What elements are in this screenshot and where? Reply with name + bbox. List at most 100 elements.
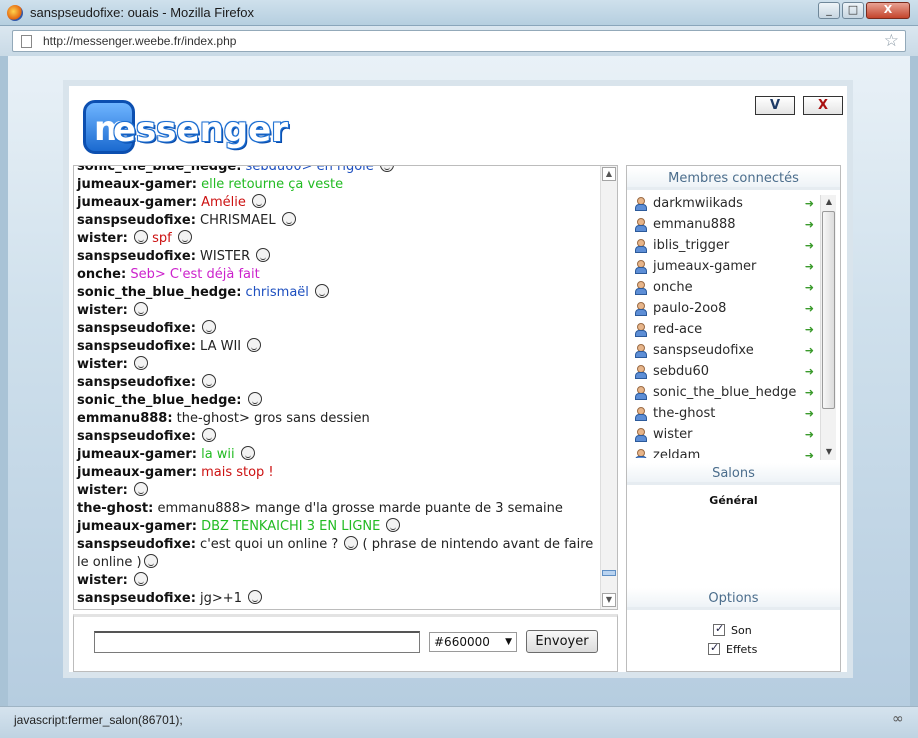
chat-nick[interactable]: sanspseudofixe:	[77, 375, 196, 390]
firefox-icon	[7, 5, 23, 21]
minimize-button[interactable]: _	[818, 2, 840, 19]
chat-nick[interactable]: wister:	[77, 357, 128, 372]
son-checkbox[interactable]	[713, 622, 725, 636]
member-name[interactable]: sanspseudofixe	[653, 343, 754, 358]
arrow-right-icon[interactable]: ➜	[805, 214, 814, 235]
effets-checkbox[interactable]	[708, 641, 720, 655]
member-name[interactable]: darkmwiikads	[653, 196, 743, 211]
member-name[interactable]: red-ace	[653, 322, 702, 337]
chat-scroll-thumb[interactable]	[602, 570, 616, 576]
member-item[interactable]: emmanu888 ➜	[629, 214, 838, 235]
chat-nick[interactable]: sonic_the_blue_hedge:	[77, 166, 241, 174]
chat-nick[interactable]: sanspseudofixe:	[77, 537, 196, 552]
arrow-right-icon[interactable]: ➜	[805, 298, 814, 319]
send-button[interactable]: Envoyer	[526, 630, 598, 653]
chat-nick[interactable]: sanspseudofixe:	[77, 213, 196, 228]
smiley-icon	[256, 248, 271, 262]
member-name[interactable]: wister	[653, 427, 692, 442]
chat-nick[interactable]: the-ghost:	[77, 501, 153, 516]
member-name[interactable]: paulo-2oo8	[653, 301, 726, 316]
chat-nick[interactable]: jumeaux-gamer:	[77, 519, 197, 534]
member-name[interactable]: iblis_trigger	[653, 238, 729, 253]
chat-message: sanspseudofixe:	[77, 320, 599, 338]
member-name[interactable]: sebdu60	[653, 364, 709, 379]
close-salon-button[interactable]: X	[803, 96, 843, 115]
minimize-salon-button[interactable]: V	[755, 96, 795, 115]
chat-nick[interactable]: sanspseudofixe:	[77, 321, 196, 336]
option-son[interactable]: Son	[713, 622, 752, 637]
chat-nick[interactable]: wister:	[77, 231, 128, 246]
arrow-right-icon[interactable]: ➜	[805, 424, 814, 445]
members-scroll-thumb[interactable]	[822, 211, 835, 409]
member-item[interactable]: onche ➜	[629, 277, 838, 298]
status-bar: javascript:fermer_salon(86701); ∞	[0, 706, 918, 738]
bookmark-star-icon[interactable]: ☆	[884, 31, 899, 51]
chat-nick[interactable]: sanspseudofixe:	[77, 249, 196, 264]
smiley-icon	[247, 392, 262, 406]
chat-message: jumeaux-gamer: la wii	[77, 446, 599, 464]
url-text[interactable]: http://messenger.weebe.fr/index.php	[43, 34, 236, 48]
maximize-button[interactable]: □	[842, 2, 864, 19]
chat-nick[interactable]: wister:	[77, 303, 128, 318]
arrow-right-icon[interactable]: ➜	[805, 256, 814, 277]
chat-nick[interactable]: jumeaux-gamer:	[77, 195, 197, 210]
user-icon	[634, 365, 647, 379]
member-item[interactable]: sebdu60 ➜	[629, 361, 838, 382]
chat-scrollbar[interactable]: ▲ ▼	[600, 166, 617, 609]
arrow-right-icon[interactable]: ➜	[805, 382, 814, 403]
user-icon	[634, 197, 647, 211]
close-window-button[interactable]: X	[866, 2, 910, 19]
member-item[interactable]: jumeaux-gamer ➜	[629, 256, 838, 277]
message-input[interactable]	[94, 631, 420, 653]
member-name[interactable]: the-ghost	[653, 406, 715, 421]
arrow-right-icon[interactable]: ➜	[805, 403, 814, 424]
address-bar[interactable]: http://messenger.weebe.fr/index.php ☆	[12, 30, 906, 52]
member-item[interactable]: sonic_the_blue_hedge ➜	[629, 382, 838, 403]
chat-nick[interactable]: emmanu888:	[77, 411, 173, 426]
scroll-down-arrow-icon[interactable]: ▼	[602, 593, 616, 607]
chat-nick[interactable]: onche:	[77, 267, 126, 282]
salon-general[interactable]: Général	[627, 494, 840, 507]
member-item[interactable]: wister ➜	[629, 424, 838, 445]
option-effets[interactable]: Effets	[708, 641, 757, 656]
chat-nick[interactable]: wister:	[77, 573, 128, 588]
member-item[interactable]: zeldam ➜	[629, 445, 838, 458]
user-icon	[634, 386, 647, 400]
chat-nick[interactable]: sonic_the_blue_hedge:	[77, 285, 241, 300]
chat-nick[interactable]: sonic_the_blue_hedge:	[77, 393, 241, 408]
arrow-right-icon[interactable]: ➜	[805, 445, 814, 458]
member-name[interactable]: jumeaux-gamer	[653, 259, 756, 274]
member-item[interactable]: darkmwiikads ➜	[629, 193, 838, 214]
chat-nick[interactable]: jumeaux-gamer:	[77, 447, 197, 462]
messenger-logo: m essenger	[79, 94, 311, 160]
chat-nick[interactable]: sanspseudofixe:	[77, 339, 196, 354]
member-name[interactable]: zeldam	[653, 448, 700, 458]
arrow-right-icon[interactable]: ➜	[805, 193, 814, 214]
member-name[interactable]: onche	[653, 280, 693, 295]
member-name[interactable]: sonic_the_blue_hedge	[653, 385, 796, 400]
chat-nick[interactable]: jumeaux-gamer:	[77, 177, 197, 192]
chat-nick[interactable]: wister:	[77, 483, 128, 498]
member-item[interactable]: iblis_trigger ➜	[629, 235, 838, 256]
members-scrollbar[interactable]: ▲ ▼	[820, 195, 836, 460]
member-item[interactable]: sanspseudofixe ➜	[629, 340, 838, 361]
arrow-right-icon[interactable]: ➜	[805, 361, 814, 382]
arrow-right-icon[interactable]: ➜	[805, 340, 814, 361]
member-item[interactable]: red-ace ➜	[629, 319, 838, 340]
arrow-right-icon[interactable]: ➜	[805, 319, 814, 340]
arrow-right-icon[interactable]: ➜	[805, 235, 814, 256]
member-item[interactable]: the-ghost ➜	[629, 403, 838, 424]
scroll-up-arrow-icon[interactable]: ▲	[602, 167, 616, 181]
chat-nick[interactable]: sanspseudofixe:	[77, 429, 196, 444]
arrow-right-icon[interactable]: ➜	[805, 277, 814, 298]
chat-log[interactable]: sonic_the_blue_hedge: sebdu60> en rigole…	[73, 165, 618, 610]
chat-nick[interactable]: sebdu60:	[77, 609, 145, 610]
members-scroll-down-icon[interactable]: ▼	[822, 445, 836, 458]
member-name[interactable]: emmanu888	[653, 217, 736, 232]
color-select[interactable]: #660000 ▼	[429, 632, 517, 652]
chat-nick[interactable]: jumeaux-gamer:	[77, 465, 197, 480]
members-scroll-up-icon[interactable]: ▲	[822, 195, 836, 208]
member-item[interactable]: paulo-2oo8 ➜	[629, 298, 838, 319]
chat-nick[interactable]: sanspseudofixe:	[77, 591, 196, 606]
user-icon	[634, 449, 647, 458]
